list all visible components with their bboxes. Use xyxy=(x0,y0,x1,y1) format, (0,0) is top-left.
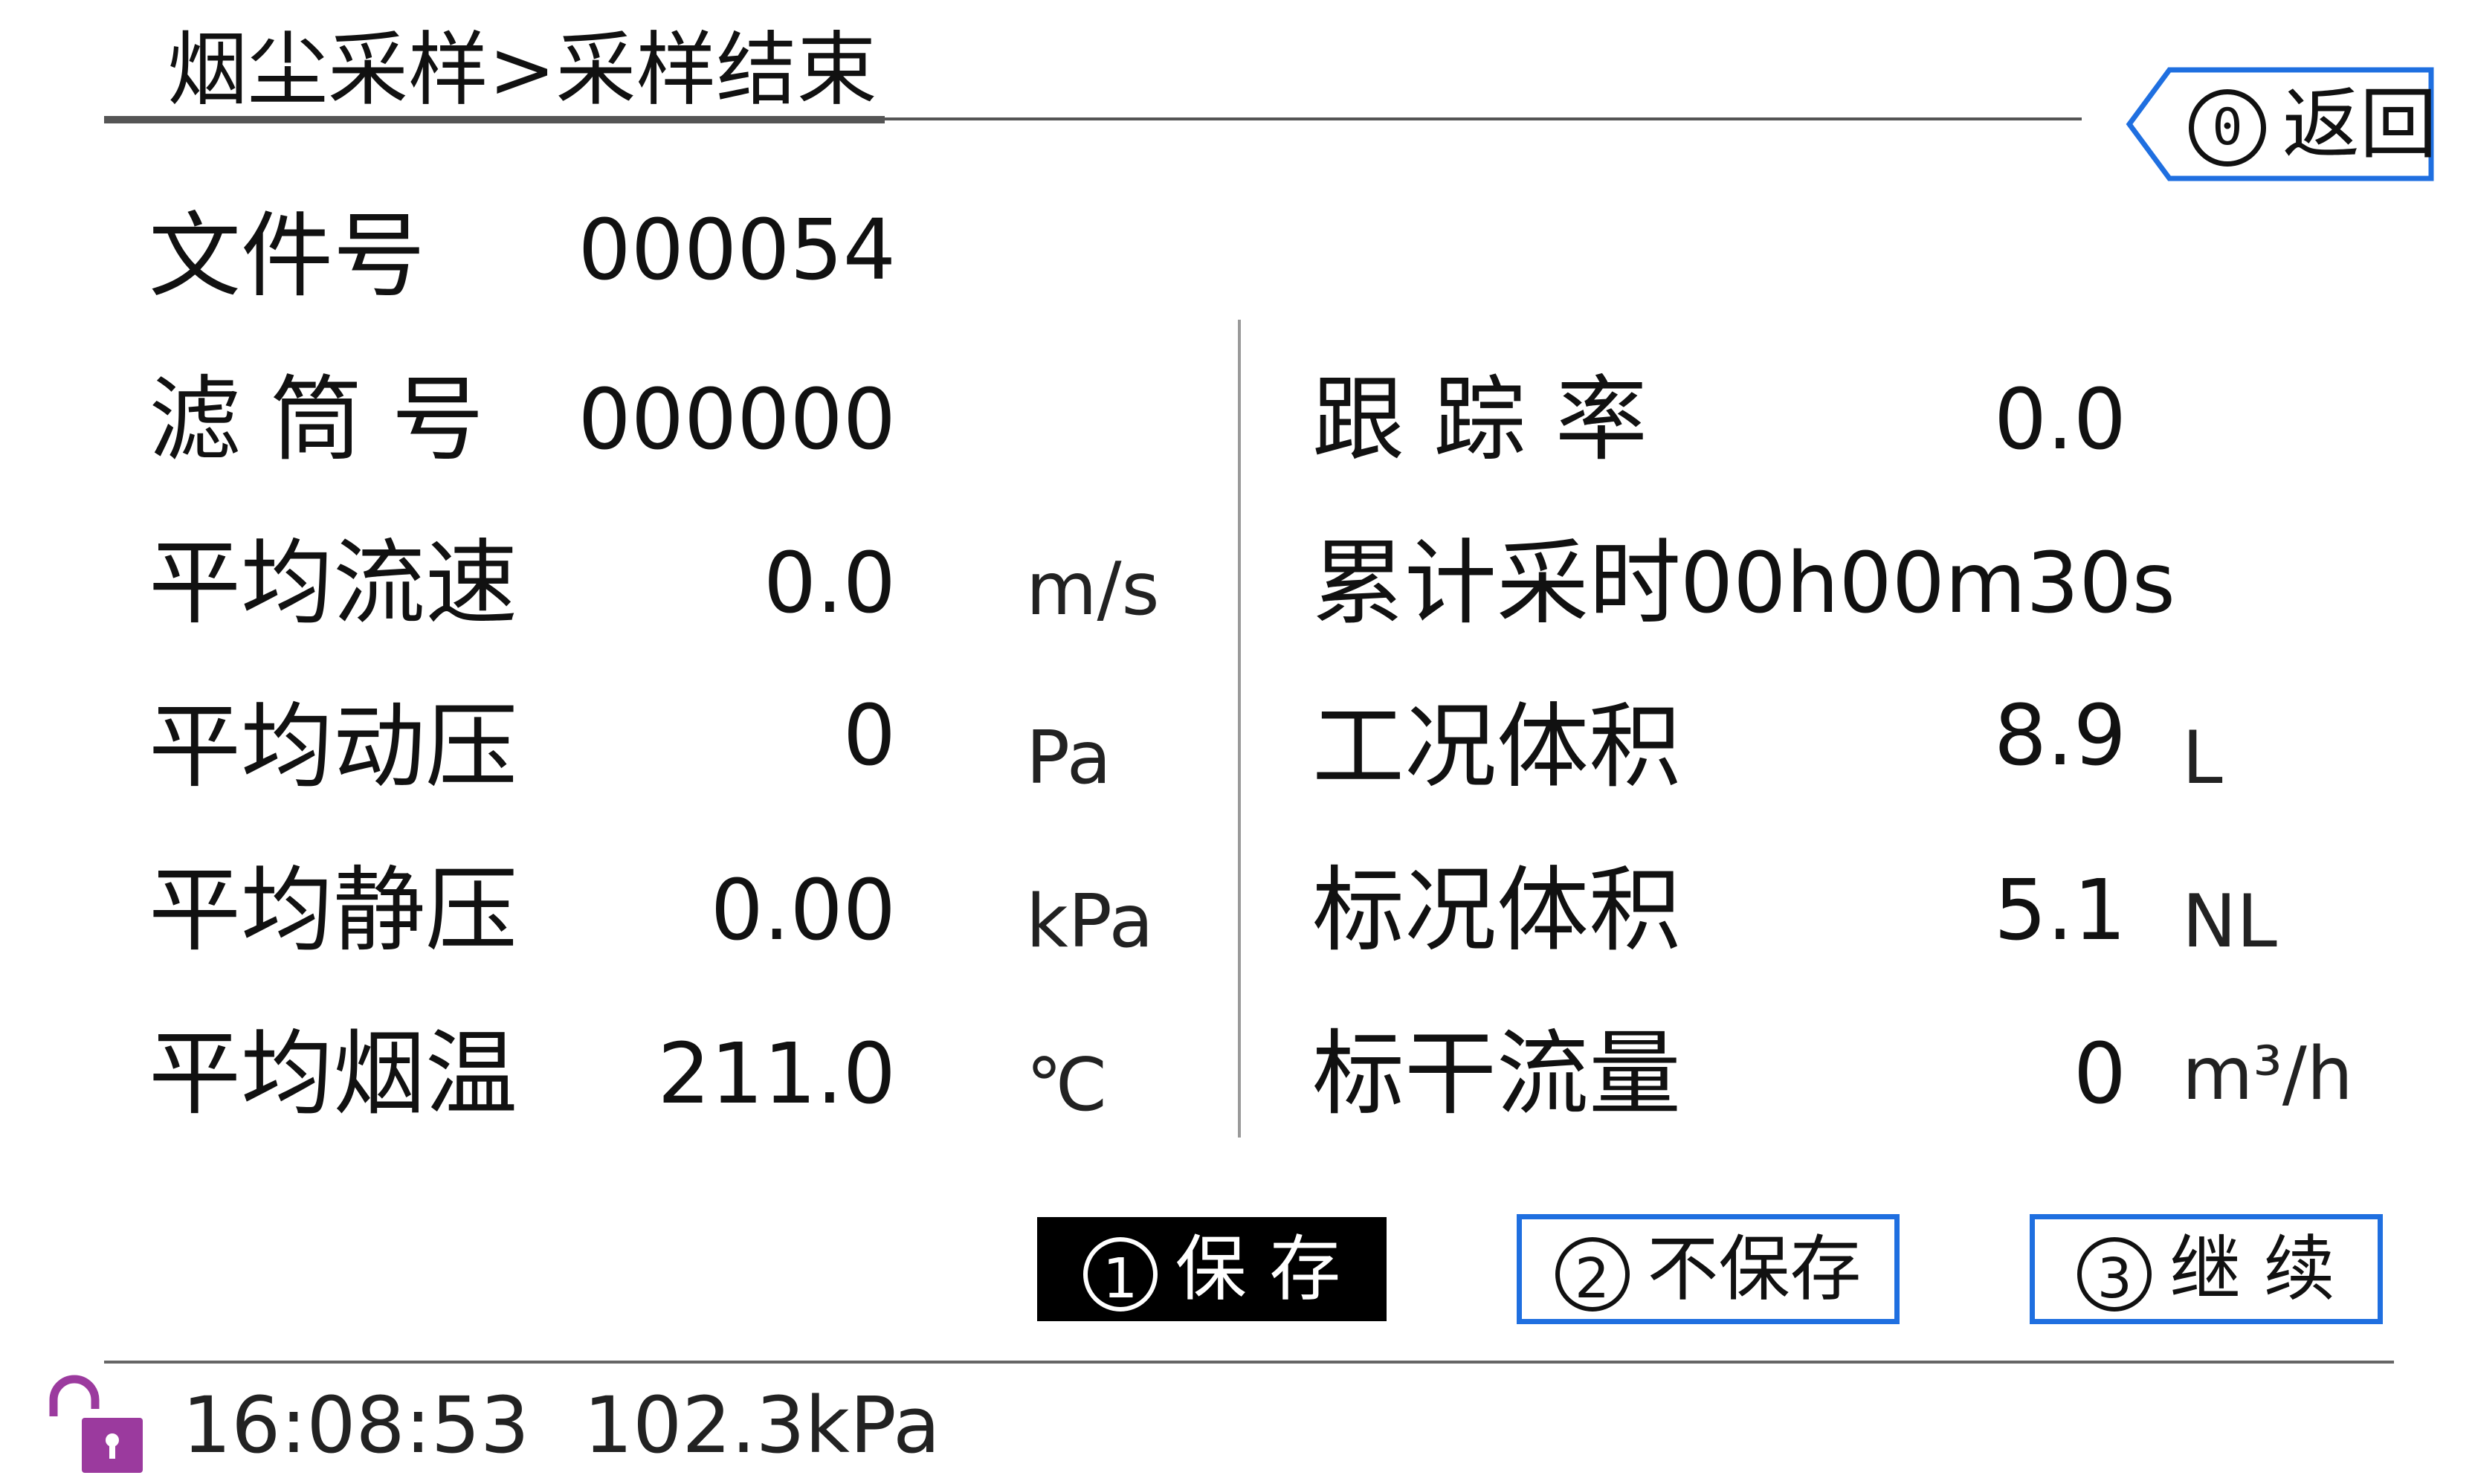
status-time: 16:08:53 xyxy=(182,1380,530,1471)
actual-volume-value: 8.9 xyxy=(1993,688,2126,784)
no-save-button-label: 不保存 xyxy=(1647,1227,1862,1311)
standard-volume-unit: NL xyxy=(2182,880,2277,964)
back-key-number: 0 xyxy=(2189,89,2266,167)
filter-number-value: 000000 xyxy=(578,372,896,468)
save-button-label: 保 存 xyxy=(1175,1227,1341,1311)
cumulative-time-label: 累计采时 xyxy=(1312,530,1682,637)
avg-dynamic-pressure-value: 0 xyxy=(842,688,896,784)
avg-static-pressure-label: 平均静压 xyxy=(149,857,518,964)
avg-flow-velocity-label: 平均流速 xyxy=(149,530,518,637)
status-divider xyxy=(104,1361,2394,1364)
avg-flow-velocity-unit: m/s xyxy=(1026,547,1160,632)
actual-volume-label: 工况体积 xyxy=(1312,694,1682,801)
tracking-rate-value: 0.0 xyxy=(1993,372,2126,468)
filter-number-label: 滤 筒 号 xyxy=(149,367,484,474)
standard-volume-value: 5.1 xyxy=(1993,862,2126,959)
unlocked-padlock-icon xyxy=(39,1372,150,1476)
save-button[interactable]: 1保 存 xyxy=(1037,1217,1387,1321)
avg-dynamic-pressure-unit: Pa xyxy=(1026,716,1111,801)
dry-standard-flow-unit: m³/h xyxy=(2182,1032,2353,1117)
back-label: 返回 xyxy=(2282,79,2438,170)
actual-volume-unit: L xyxy=(2182,716,2223,801)
avg-flue-temp-label: 平均烟温 xyxy=(149,1021,518,1128)
status-pressure: 102.3kPa xyxy=(584,1380,940,1471)
continue-key-number: 3 xyxy=(2077,1236,2152,1312)
no-save-button[interactable]: 2 不保存 xyxy=(1517,1214,1900,1324)
save-key-number: 1 xyxy=(1082,1236,1158,1312)
file-number-label: 文件号 xyxy=(149,203,426,310)
avg-flue-temp-value: 211.0 xyxy=(657,1026,896,1123)
avg-static-pressure-unit: kPa xyxy=(1026,880,1154,964)
avg-static-pressure-value: 0.00 xyxy=(710,862,896,959)
dry-standard-flow-label: 标干流量 xyxy=(1312,1021,1682,1128)
back-button[interactable]: 0 返回 xyxy=(2125,65,2438,183)
avg-flue-temp-unit: ℃ xyxy=(1026,1043,1109,1128)
avg-dynamic-pressure-label: 平均动压 xyxy=(149,694,518,801)
standard-volume-label: 标况体积 xyxy=(1312,857,1682,964)
column-divider xyxy=(1238,320,1241,1138)
continue-button[interactable]: 3继 续 xyxy=(2030,1214,2383,1324)
continue-button-label: 继 续 xyxy=(2169,1227,2335,1311)
page-title: 烟尘采样>采样结束 xyxy=(167,24,877,117)
tracking-rate-label: 跟 踪 率 xyxy=(1312,367,1648,474)
dry-standard-flow-value: 0 xyxy=(2073,1026,2126,1123)
title-underline xyxy=(104,116,885,123)
file-number-value: 000054 xyxy=(578,202,896,299)
avg-flow-velocity-value: 0.0 xyxy=(763,535,896,632)
no-save-key-number: 2 xyxy=(1555,1236,1630,1312)
cumulative-time-value: 00h00m30s xyxy=(1680,535,2175,632)
